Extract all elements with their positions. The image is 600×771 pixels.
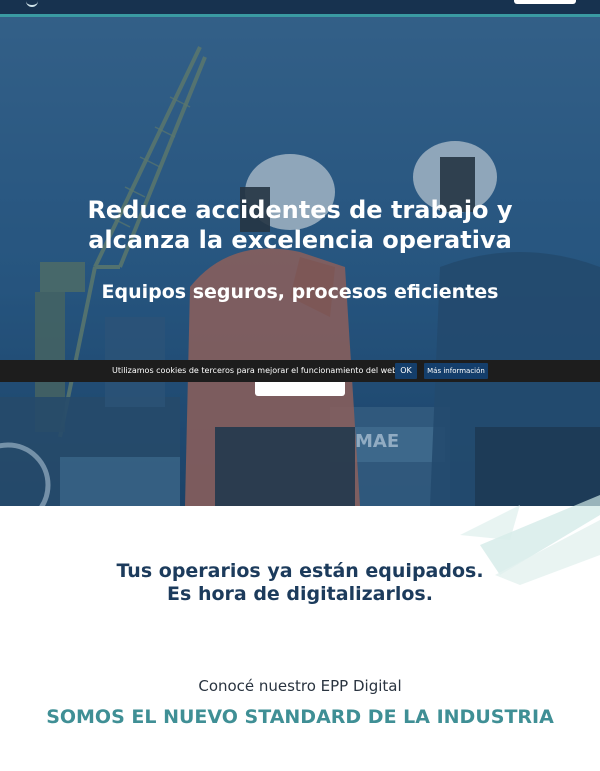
hero-section: MAE Reduce accidentes de trabajo y alcan… (0, 17, 600, 506)
logo-icon[interactable] (26, 0, 38, 7)
cookie-ok-button[interactable]: OK (395, 363, 417, 379)
cookie-consent-bar: Utilizamos cookies de terceros para mejo… (0, 360, 600, 382)
cookie-more-info-button[interactable]: Más información (424, 363, 488, 379)
hero-background-image: MAE (0, 17, 600, 506)
hero-title: Reduce accidentes de trabajo y alcanza l… (0, 195, 600, 255)
top-nav-bar (0, 0, 600, 17)
tagline-line-2: Es hora de digitalizarlos. (167, 583, 433, 605)
tagline: Tus operarios ya están equipados. Es hor… (0, 560, 600, 606)
hero-title-line-1: Reduce accidentes de trabajo y (87, 196, 513, 224)
hero-title-line-2: alcanza la excelencia operativa (88, 226, 512, 254)
cookie-message: Utilizamos cookies de terceros para mejo… (112, 366, 412, 375)
hero-subtitle: Equipos seguros, procesos eficientes (101, 281, 499, 303)
menu-button[interactable] (514, 0, 576, 4)
tagline-line-1: Tus operarios ya están equipados. (116, 560, 484, 582)
intro-text: Conocé nuestro EPP Digital (198, 677, 402, 695)
section-headline: SOMOS EL NUEVO STANDARD DE LA INDUSTRIA (46, 706, 554, 728)
